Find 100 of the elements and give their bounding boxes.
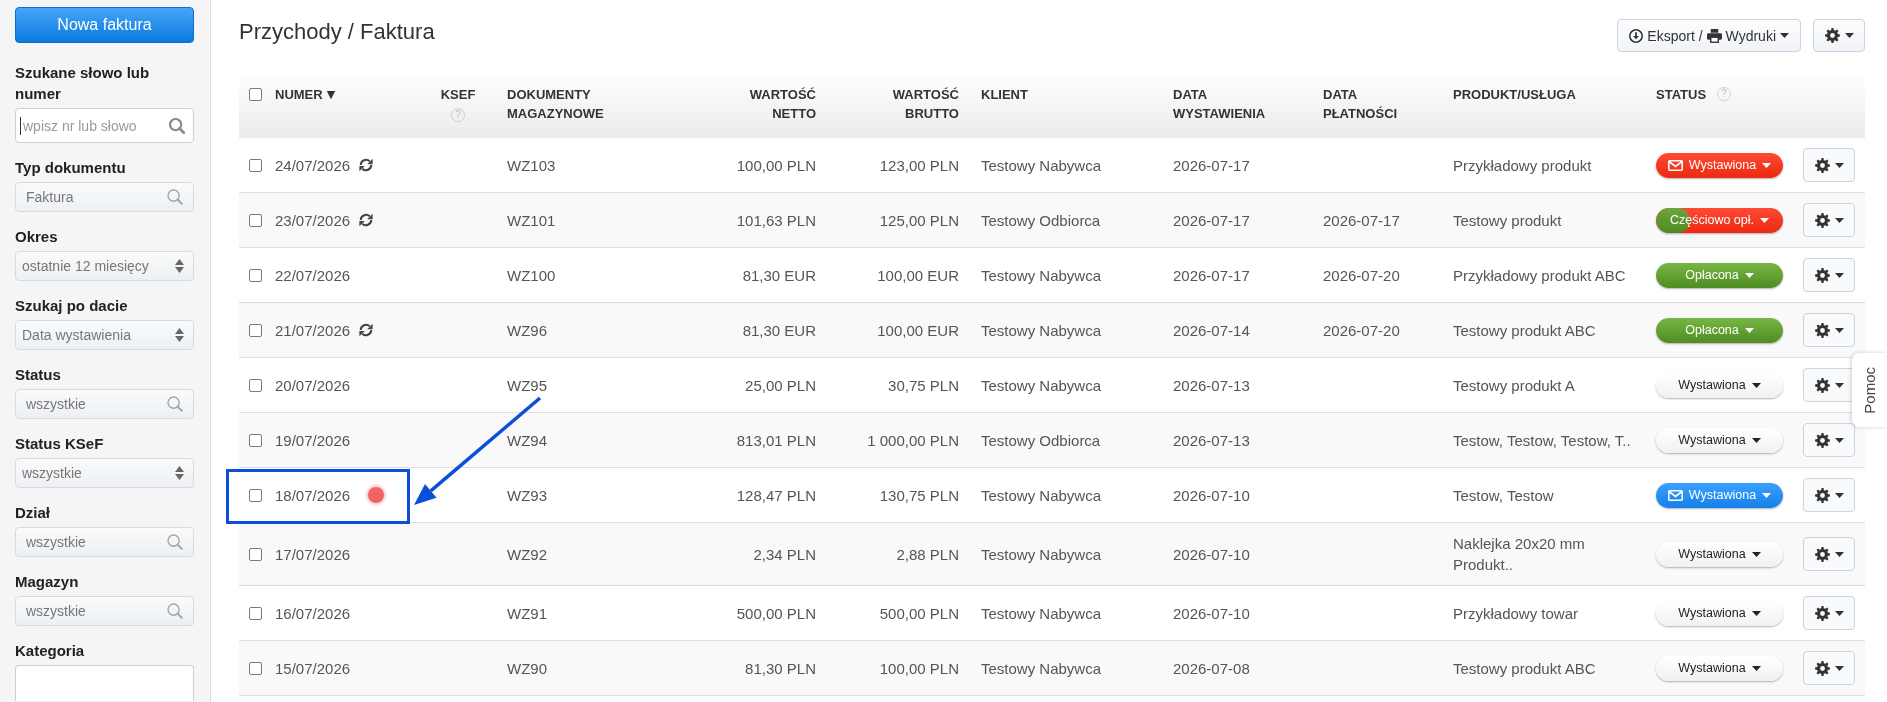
product-name: Testowy produkt bbox=[1453, 211, 1562, 229]
client-name: Testowy Nabywca bbox=[981, 486, 1102, 504]
settings-button[interactable] bbox=[1803, 148, 1855, 182]
invoice-number[interactable]: 22/07/2026 bbox=[275, 264, 351, 286]
search-icon bbox=[167, 189, 183, 205]
search-field[interactable]: wszystkie bbox=[15, 596, 194, 626]
settings-button[interactable] bbox=[1803, 258, 1855, 292]
caret-icon bbox=[1834, 610, 1844, 616]
help-tab[interactable]: Pomoc bbox=[1852, 353, 1887, 427]
column-header[interactable]: PRODUKT/USŁUGA bbox=[1453, 85, 1576, 104]
settings-button[interactable] bbox=[1803, 203, 1855, 237]
filter-label: Kategoria bbox=[15, 640, 86, 661]
net-amount: 128,47 PLN bbox=[736, 486, 816, 504]
invoice-number[interactable]: 24/07/2026 bbox=[275, 154, 351, 176]
status-dropdown[interactable]: Wystawiona bbox=[1656, 541, 1783, 567]
product-name: Testowy produkt A bbox=[1453, 376, 1575, 394]
gear-icon bbox=[1814, 377, 1830, 393]
invoice-number[interactable]: 23/07/2026 bbox=[275, 209, 351, 231]
settings-button[interactable] bbox=[1803, 537, 1855, 571]
settings-button[interactable] bbox=[1803, 368, 1855, 402]
marker-dot-icon bbox=[368, 487, 385, 503]
invoice-number[interactable]: 19/07/2026 bbox=[275, 429, 351, 451]
caret-icon bbox=[1762, 162, 1772, 168]
client-name: Testowy Nabywca bbox=[981, 604, 1102, 622]
invoice-number[interactable]: 17/07/2026 bbox=[275, 543, 351, 565]
client-name: Testowy Nabywca bbox=[981, 321, 1102, 339]
select-field[interactable]: Data wystawienia bbox=[15, 320, 194, 350]
invoice-number[interactable]: 21/07/2026 bbox=[275, 319, 351, 341]
search-icon bbox=[167, 603, 183, 619]
product-name: Przykładowy towar bbox=[1453, 604, 1579, 622]
status-dropdown[interactable]: Wystawiona bbox=[1656, 655, 1783, 681]
sort-indicator[interactable]: ▼ bbox=[326, 85, 336, 104]
search-field[interactable]: Faktura bbox=[15, 182, 194, 212]
document-number: WZ93 bbox=[507, 486, 547, 504]
settings-button[interactable] bbox=[1803, 651, 1855, 685]
search-field[interactable]: wpisz nr lub słowo bbox=[15, 108, 194, 143]
search-field[interactable]: wszystkie bbox=[15, 389, 194, 419]
invoice-number[interactable]: 16/07/2026 bbox=[275, 602, 351, 624]
issue-date: 2026-07-13 bbox=[1173, 431, 1250, 449]
client-name: Testowy Nabywca bbox=[981, 659, 1102, 677]
product-name: Przykładowy produkt bbox=[1453, 156, 1592, 174]
checkbox[interactable] bbox=[249, 158, 262, 172]
column-header[interactable]: KSEF bbox=[440, 85, 476, 104]
checkbox[interactable] bbox=[249, 213, 262, 227]
document-number: WZ100 bbox=[507, 266, 556, 284]
caret-icon bbox=[1834, 437, 1844, 443]
checkbox[interactable] bbox=[249, 661, 262, 675]
status-dropdown[interactable]: Wystawiona bbox=[1656, 372, 1783, 398]
select-field[interactable]: ostatnie 12 miesięcy bbox=[15, 251, 194, 281]
gross-amount: 130,75 PLN bbox=[879, 486, 959, 504]
status-dropdown[interactable]: Wystawiona bbox=[1656, 427, 1783, 453]
caret-icon bbox=[1760, 217, 1770, 223]
invoice-number[interactable]: 15/07/2026 bbox=[275, 657, 351, 679]
checkbox[interactable] bbox=[249, 547, 262, 561]
checkbox[interactable] bbox=[249, 433, 262, 447]
gear-icon bbox=[1824, 28, 1840, 43]
filter-label: Szukaj po dacie bbox=[15, 295, 129, 316]
caret-icon bbox=[1751, 437, 1761, 443]
checkbox[interactable] bbox=[249, 488, 262, 502]
status-dropdown[interactable]: Wystawiona bbox=[1656, 152, 1783, 178]
column-header[interactable]: KLIENT bbox=[981, 85, 1028, 104]
checkbox[interactable] bbox=[249, 88, 262, 101]
checkbox[interactable] bbox=[249, 606, 262, 620]
filter-label: Typ dokumentu bbox=[15, 157, 127, 178]
gear-icon bbox=[1814, 322, 1830, 338]
invoice-number[interactable]: 18/07/2026 bbox=[275, 484, 351, 506]
payment-date: 2026-07-20 bbox=[1323, 266, 1400, 284]
document-number: WZ95 bbox=[507, 376, 547, 394]
document-number: WZ92 bbox=[507, 545, 547, 563]
settings-button[interactable] bbox=[1803, 596, 1855, 630]
client-name: Testowy Nabywca bbox=[981, 156, 1102, 174]
product-name: Naklejka 20x20 mm Produkt.. bbox=[1453, 535, 1585, 573]
filter-label: Szukane słowo lub numer bbox=[15, 62, 151, 104]
settings-button[interactable] bbox=[1803, 313, 1855, 347]
select-field[interactable]: wszystkie bbox=[15, 458, 194, 488]
gross-amount: 2,88 PLN bbox=[896, 545, 959, 563]
sort-arrows-icon bbox=[175, 465, 184, 481]
caret-icon bbox=[1834, 327, 1844, 333]
export-print-button[interactable]: Eksport / Wydruki bbox=[1617, 19, 1801, 52]
checkbox[interactable] bbox=[249, 378, 262, 392]
status-dropdown[interactable]: Wystawiona bbox=[1656, 600, 1783, 626]
column-header[interactable]: STATUS bbox=[1656, 85, 1707, 104]
column-header[interactable]: NUMER bbox=[275, 85, 323, 104]
product-name: Testowy produkt ABC bbox=[1453, 659, 1596, 677]
search-field[interactable]: wszystkie bbox=[15, 527, 194, 557]
text-area-field[interactable] bbox=[15, 665, 194, 701]
sort-arrows-icon bbox=[175, 327, 184, 343]
net-amount: 813,01 PLN bbox=[736, 431, 816, 449]
filter-label: Dział bbox=[15, 502, 51, 523]
settings-button[interactable] bbox=[1813, 19, 1865, 52]
net-amount: 81,30 PLN bbox=[745, 659, 816, 677]
gear-icon bbox=[1814, 660, 1830, 676]
filter-label: Status bbox=[15, 364, 62, 385]
checkbox[interactable] bbox=[249, 323, 262, 337]
net-amount: 101,63 PLN bbox=[736, 211, 816, 229]
filter-label: Magazyn bbox=[15, 571, 80, 592]
invoice-number[interactable]: 20/07/2026 bbox=[275, 374, 351, 396]
settings-button[interactable] bbox=[1803, 423, 1855, 457]
checkbox[interactable] bbox=[249, 268, 262, 282]
settings-button[interactable] bbox=[1803, 478, 1855, 512]
